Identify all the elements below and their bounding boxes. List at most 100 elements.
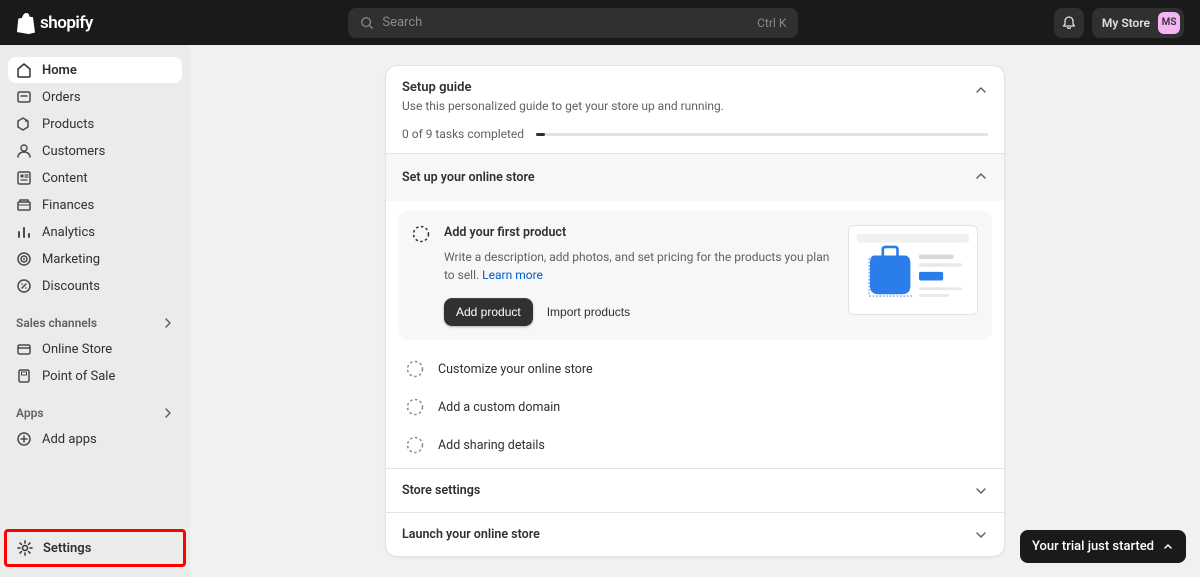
products-icon [16,116,32,132]
chevron-down-icon [974,528,988,542]
section-label: Apps [16,406,44,420]
section-launch-store[interactable]: Launch your online store [386,512,1004,556]
home-icon [16,62,32,78]
task-status-icon [406,398,424,416]
sidebar: Home Orders Products Customers Content F… [0,45,190,577]
sidebar-item-add-apps[interactable]: Add apps [8,426,182,452]
setup-subtitle: Use this personalized guide to get your … [402,99,988,113]
sidebar-item-label: Customers [42,144,105,159]
section-title: Store settings [402,483,480,498]
sidebar-item-label: Add apps [42,432,97,447]
sidebar-item-customers[interactable]: Customers [8,138,182,164]
section-store-settings[interactable]: Store settings [386,468,1004,512]
sidebar-item-finances[interactable]: Finances [8,192,182,218]
settings-highlight: Settings [4,529,186,567]
brand-logo[interactable]: shopify [16,12,93,34]
top-header: shopify Search Ctrl K My Store MS [0,0,1200,45]
section-online-store: Set up your online store Add your first … [386,153,1004,468]
brand-text: shopify [40,13,93,33]
sidebar-item-label: Discounts [42,279,100,294]
chevron-right-icon [162,317,174,329]
sidebar-item-home[interactable]: Home [8,57,182,83]
chevron-down-icon [974,484,988,498]
sidebar-item-content[interactable]: Content [8,165,182,191]
chevron-up-icon [974,169,988,183]
setup-title: Setup guide [402,80,988,95]
collapse-section-button[interactable] [974,168,988,187]
sidebar-item-label: Products [42,117,94,132]
section-title: Launch your online store [402,527,540,542]
plus-circle-icon [16,431,32,447]
sidebar-item-label: Point of Sale [42,369,115,384]
progress-text: 0 of 9 tasks completed [402,127,524,141]
sidebar-item-label: Analytics [42,225,95,240]
gear-icon [17,540,33,556]
setup-guide-card: Setup guide Use this personalized guide … [385,65,1005,557]
task-sharing-details[interactable]: Add sharing details [386,426,1004,468]
bell-icon [1061,15,1077,31]
sidebar-item-products[interactable]: Products [8,111,182,137]
sidebar-item-pos[interactable]: Point of Sale [8,363,182,389]
sidebar-item-label: Content [42,171,88,186]
store-name: My Store [1102,16,1150,30]
chevron-right-icon [162,407,174,419]
sidebar-item-label: Home [42,63,77,78]
trial-status-button[interactable]: Your trial just started [1020,530,1186,563]
task-label: Add a custom domain [438,400,560,415]
chevron-up-icon [974,83,988,97]
sidebar-item-analytics[interactable]: Analytics [8,219,182,245]
task-custom-domain[interactable]: Add a custom domain [386,388,1004,426]
sidebar-item-label: Online Store [42,342,112,357]
sidebar-item-online-store[interactable]: Online Store [8,336,182,362]
section-title: Set up your online store [402,170,535,185]
shopify-bag-icon [16,12,36,34]
finances-icon [16,197,32,213]
add-product-button[interactable]: Add product [444,298,533,326]
collapse-setup-button[interactable] [974,82,988,101]
task-description: Write a description, add photos, and set… [444,248,834,284]
analytics-icon [16,224,32,240]
sidebar-item-label: Marketing [42,252,100,267]
section-label: Sales channels [16,316,97,330]
search-input[interactable]: Search Ctrl K [348,8,798,38]
task-customize-store[interactable]: Customize your online store [386,350,1004,388]
task-label: Add sharing details [438,438,545,453]
search-shortcut: Ctrl K [757,16,786,30]
store-switcher[interactable]: My Store MS [1092,8,1184,38]
trial-label: Your trial just started [1032,539,1154,554]
task-label: Customize your online store [438,362,593,377]
sidebar-item-settings[interactable]: Settings [9,534,181,562]
primary-nav: Home Orders Products Customers Content F… [8,57,182,300]
pos-icon [16,368,32,384]
search-placeholder: Search [382,15,749,30]
section-sales-channels[interactable]: Sales channels [8,310,182,336]
task-status-icon [406,360,424,378]
search-icon [360,16,374,30]
setup-header: Setup guide Use this personalized guide … [386,66,1004,153]
orders-icon [16,89,32,105]
marketing-icon [16,251,32,267]
sidebar-item-discounts[interactable]: Discounts [8,273,182,299]
task-title: Add your first product [444,225,834,240]
store-avatar: MS [1158,12,1180,34]
sidebar-item-marketing[interactable]: Marketing [8,246,182,272]
content-icon [16,170,32,186]
chevron-up-icon [1162,541,1174,553]
sidebar-item-orders[interactable]: Orders [8,84,182,110]
section-apps[interactable]: Apps [8,400,182,426]
settings-label: Settings [43,541,91,556]
task-status-icon [412,225,430,243]
import-products-button[interactable]: Import products [547,305,630,319]
task-illustration [848,225,978,315]
task-status-icon [406,436,424,454]
notifications-button[interactable] [1054,8,1084,38]
learn-more-link[interactable]: Learn more [482,268,543,282]
discounts-icon [16,278,32,294]
main-content: Setup guide Use this personalized guide … [190,45,1200,577]
progress-bar [536,133,988,136]
store-icon [16,341,32,357]
section-online-store-header[interactable]: Set up your online store [386,154,1004,201]
sidebar-item-label: Finances [42,198,94,213]
task-add-product: Add your first product Write a descripti… [398,211,992,340]
sidebar-item-label: Orders [42,90,81,105]
